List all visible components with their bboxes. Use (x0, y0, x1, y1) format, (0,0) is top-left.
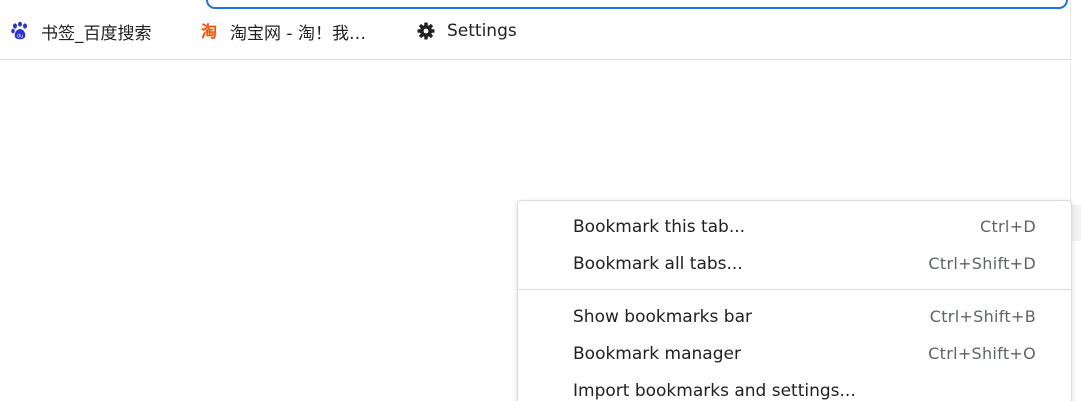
taobao-icon: 淘 (197, 19, 221, 43)
bookmark-baidu-search[interactable]: du 书签_百度搜索 (8, 17, 152, 45)
menu-item-bookmark-all-tabs[interactable]: Bookmark all tabs... Ctrl+Shift+D (518, 245, 1071, 282)
svg-text:du: du (17, 34, 23, 40)
bookmark-label: 书签_百度搜索 (41, 23, 152, 44)
menu-item-shortcut: Ctrl+Shift+D (928, 254, 1036, 273)
bookmark-label: 淘宝网 - 淘！我… (230, 23, 366, 44)
bookmarks-context-menu: Bookmark this tab... Ctrl+D Bookmark all… (517, 200, 1072, 401)
menu-item-shortcut: Ctrl+Shift+O (928, 344, 1036, 363)
menu-item-label: Bookmark this tab... (573, 216, 746, 237)
bookmark-label: Settings (447, 21, 517, 41)
browser-window: du 书签_百度搜索 淘 淘宝网 - 淘！我… Settings Bookmar… (0, 0, 1081, 401)
menu-item-bookmark-manager[interactable]: Bookmark manager Ctrl+Shift+O (518, 335, 1071, 372)
menu-item-label: Bookmark all tabs... (573, 253, 743, 274)
menu-item-label: Show bookmarks bar (573, 306, 752, 327)
menu-item-show-bookmarks-bar[interactable]: Show bookmarks bar Ctrl+Shift+B (518, 298, 1071, 335)
omnibox-focus-outline (206, 0, 1068, 9)
menu-item-label: Bookmark manager (573, 343, 741, 364)
bookmark-settings[interactable]: Settings (414, 17, 517, 45)
menu-item-label: Import bookmarks and settings... (573, 380, 856, 401)
bookmark-taobao[interactable]: 淘 淘宝网 - 淘！我… (197, 17, 366, 45)
menu-item-shortcut: Ctrl+D (980, 217, 1036, 236)
svg-text:淘: 淘 (201, 22, 217, 41)
menu-item-shortcut: Ctrl+Shift+B (929, 307, 1036, 326)
bookmarks-bar: du 书签_百度搜索 淘 淘宝网 - 淘！我… Settings (0, 0, 1072, 60)
menu-item-bookmark-this-tab[interactable]: Bookmark this tab... Ctrl+D (518, 208, 1071, 245)
baidu-paw-icon: du (8, 19, 32, 43)
menu-separator (518, 289, 1071, 290)
menu-item-import-bookmarks[interactable]: Import bookmarks and settings... (518, 372, 1071, 401)
gear-icon (414, 19, 438, 43)
